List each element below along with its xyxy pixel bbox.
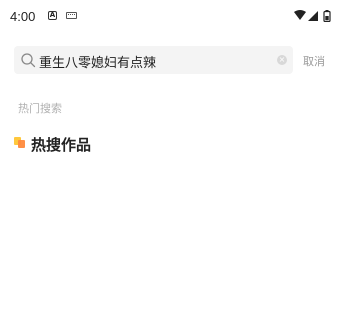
clear-icon[interactable]: × [277, 55, 287, 65]
signal-icon [308, 11, 318, 21]
keyboard-icon [66, 12, 77, 19]
search-input[interactable]: 重生八零媳妇有点辣 × [14, 46, 293, 74]
search-query-text: 重生八零媳妇有点辣 [39, 56, 157, 71]
system-icons [293, 10, 333, 22]
a-letter-icon: A [48, 11, 57, 20]
status-bar: 4:00 A [0, 0, 345, 36]
search-icon [21, 53, 36, 68]
wifi-icon [294, 10, 306, 20]
status-time: 4:00 [10, 9, 36, 24]
cancel-button[interactable]: 取消 [303, 53, 325, 69]
hot-search-label: 热门搜索 [18, 102, 62, 115]
battery-icon [323, 10, 331, 22]
hot-works-icon [14, 137, 26, 149]
hot-works-title: 热搜作品 [31, 136, 92, 154]
